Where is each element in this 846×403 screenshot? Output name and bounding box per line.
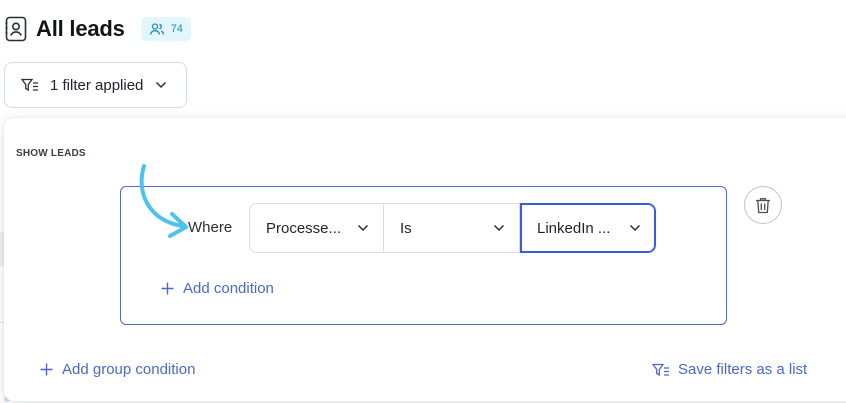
field-select[interactable]: Processe... — [249, 203, 384, 253]
plus-icon — [40, 363, 53, 376]
where-label: Where — [188, 219, 233, 236]
add-condition-button[interactable]: Add condition — [161, 280, 274, 297]
chevron-down-icon — [629, 224, 641, 232]
save-filters-as-list-label: Save filters as a list — [678, 361, 808, 378]
filter-toggle-button[interactable]: 1 filter applied — [4, 62, 187, 108]
chevron-down-icon — [156, 81, 167, 89]
add-group-condition-label: Add group condition — [62, 361, 196, 378]
page-title: All leads — [36, 16, 125, 41]
operator-select-value: Is — [400, 219, 412, 237]
value-select[interactable]: LinkedIn ... — [520, 203, 656, 253]
delete-group-button[interactable] — [744, 186, 782, 224]
filter-list-icon — [652, 363, 669, 376]
field-select-value: Processe... — [266, 219, 342, 237]
lead-count-badge: 74 — [140, 17, 191, 41]
chevron-down-icon — [493, 224, 505, 232]
chevron-down-icon — [357, 224, 369, 232]
condition-group: Where Processe... Is LinkedIn ... Add co… — [120, 186, 727, 325]
users-icon — [149, 23, 164, 35]
plus-icon — [161, 282, 174, 295]
save-filters-as-list-button[interactable]: Save filters as a list — [652, 361, 807, 378]
trash-icon — [756, 197, 770, 213]
section-label: SHOW LEADS — [16, 148, 86, 159]
add-group-condition-button[interactable]: Add group condition — [40, 361, 195, 378]
operator-select[interactable]: Is — [384, 203, 520, 253]
page-header: All leads 74 — [5, 14, 191, 44]
filter-panel: SHOW LEADS Where Processe... Is LinkedIn… — [4, 118, 846, 401]
add-condition-label: Add condition — [183, 280, 274, 297]
condition-row: Processe... Is LinkedIn ... — [249, 203, 656, 253]
lead-count: 74 — [170, 23, 183, 35]
filter-icon — [21, 78, 38, 92]
value-select-value: LinkedIn ... — [537, 219, 611, 237]
contact-card-icon — [5, 16, 27, 42]
filter-toggle-label: 1 filter applied — [50, 76, 144, 94]
